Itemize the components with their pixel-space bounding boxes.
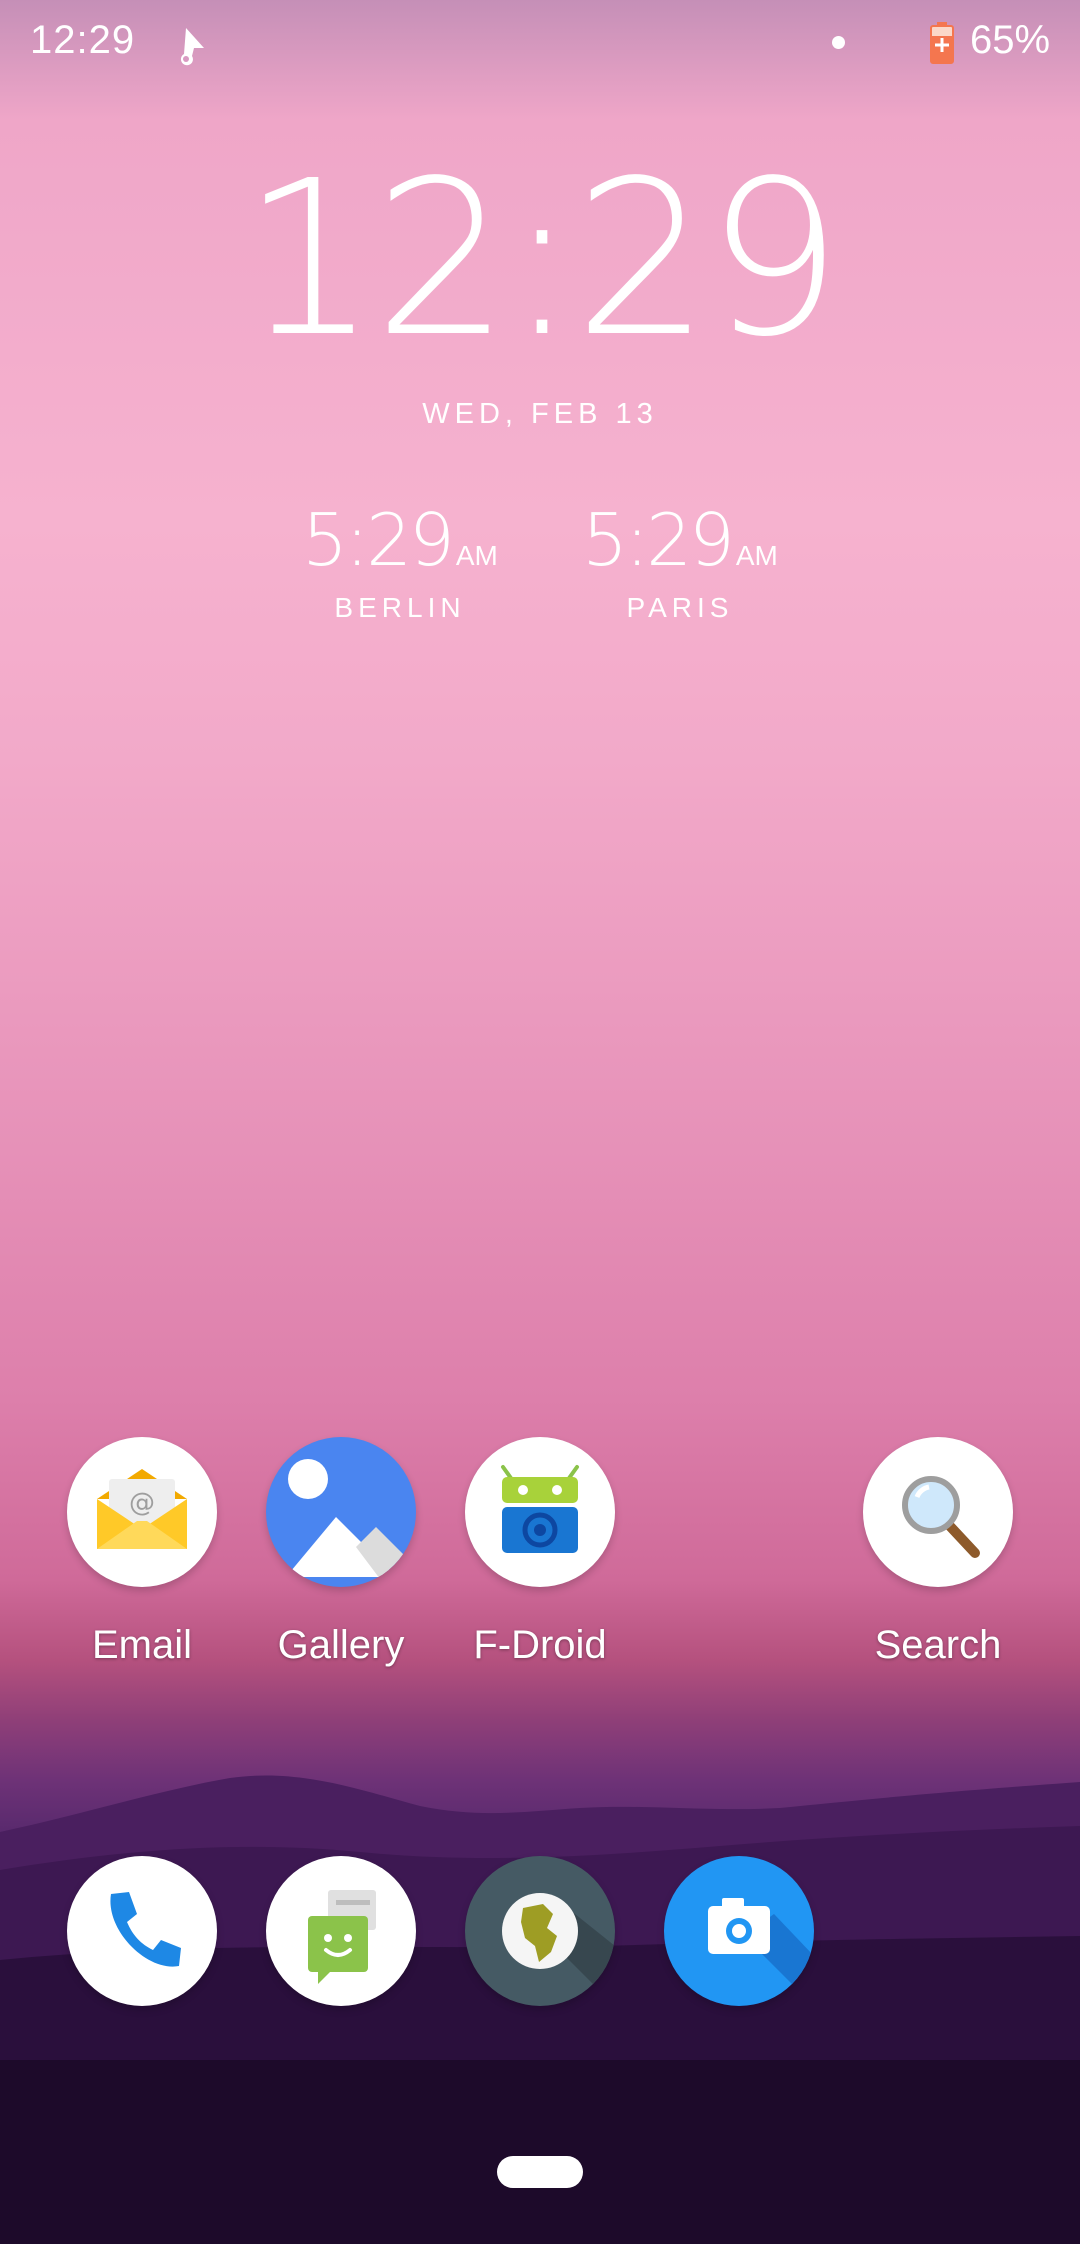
clock-widget-time[interactable]: 12:29: [0, 150, 1080, 370]
world-clock-city: PARIS: [626, 592, 734, 623]
world-clock-ampm: AM: [735, 540, 778, 571]
notification-icon: [180, 28, 204, 66]
search-icon: [863, 1437, 1013, 1587]
world-clock-city: BERLIN: [334, 592, 466, 623]
app-search[interactable]: Search: [863, 1437, 1013, 1668]
world-clock-paris[interactable]: 5:29 AM PARIS: [580, 498, 780, 624]
status-bar: 12:29 65%: [0, 0, 1080, 88]
notification-dot-icon: [832, 36, 845, 49]
dock-browser[interactable]: [465, 1856, 615, 2006]
phone-icon: [67, 1856, 217, 2006]
gallery-icon: [266, 1437, 416, 1587]
dock-camera[interactable]: [664, 1856, 814, 2006]
world-clock-ampm: AM: [455, 540, 498, 571]
browser-icon: [465, 1856, 615, 2006]
world-clock-berlin[interactable]: 5:29 AM BERLIN: [300, 498, 500, 624]
world-clock-time: 5:29: [302, 498, 455, 582]
battery-charging-icon: [930, 22, 954, 64]
app-label: Search: [874, 1623, 1002, 1667]
world-clock-time: 5:29: [582, 498, 735, 582]
fdroid-icon: [465, 1437, 615, 1587]
battery-percentage: 65%: [970, 18, 1051, 62]
dock-messaging[interactable]: [266, 1856, 416, 2006]
app-label: Gallery: [277, 1623, 405, 1667]
email-icon: @: [67, 1437, 217, 1587]
app-fdroid[interactable]: F-Droid: [465, 1437, 615, 1668]
svg-text:@: @: [129, 1488, 155, 1518]
status-time: 12:29: [30, 18, 136, 62]
app-gallery[interactable]: Gallery: [266, 1437, 416, 1668]
camera-icon: [664, 1856, 814, 2006]
app-label: Email: [91, 1623, 193, 1667]
home-gesture-pill[interactable]: [497, 2156, 583, 2188]
app-email[interactable]: @ Email: [67, 1437, 217, 1668]
messaging-icon: [266, 1856, 416, 2006]
app-label: F-Droid: [473, 1623, 607, 1667]
clock-widget-date[interactable]: WED, FEB 13: [0, 398, 1080, 431]
dock-phone[interactable]: [67, 1856, 217, 2006]
